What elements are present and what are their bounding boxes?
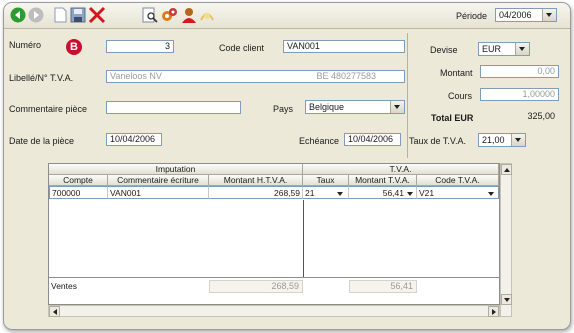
commentaire-input[interactable] (106, 101, 241, 114)
horizontal-scrollbar[interactable] (48, 305, 500, 317)
date-input[interactable]: 10/04/2006 (106, 133, 162, 146)
col-montant-tva[interactable]: Montant T.V.A. (349, 175, 417, 186)
periode-value: 04/2006 (499, 10, 532, 20)
scroll-up-icon[interactable] (501, 164, 512, 175)
col-montant-htva[interactable]: Montant H.T.V.A. (209, 175, 303, 186)
code-client-label: Code client (219, 43, 265, 53)
cours-label: Cours (448, 91, 473, 101)
scroll-down-icon[interactable] (501, 294, 512, 305)
libelle-input[interactable]: Vaneloos NV BE 480277583 (106, 70, 405, 83)
date-label: Date de la pièce (9, 136, 75, 146)
forward-icon[interactable] (28, 7, 44, 25)
devise-select[interactable]: EUR (478, 42, 530, 56)
libelle-label: Libellé/N° T.V.A. (9, 73, 74, 83)
cell-montant-htva[interactable]: 268,59 (209, 186, 303, 199)
numero-label: Numéro (9, 40, 42, 50)
commentaire-label: Commentaire pièce (9, 104, 88, 114)
tools-icon[interactable] (160, 6, 178, 26)
cell-code-tva[interactable]: V21 (417, 186, 499, 199)
echeance-label: Echéance (299, 136, 340, 146)
col-taux[interactable]: Taux (303, 175, 349, 186)
footer-label: Ventes (51, 281, 77, 291)
imputation-grid: Imputation T.V.A. Compte Commentaire écr… (48, 163, 500, 305)
cours-input[interactable]: 1,00000 (480, 88, 559, 101)
tva-number: BE 480277583 (316, 71, 376, 81)
chevron-down-icon[interactable] (390, 101, 404, 113)
chevron-down-icon[interactable] (515, 43, 529, 55)
save-icon[interactable] (70, 7, 86, 25)
montant-label: Montant (440, 68, 473, 78)
col-commentaire[interactable]: Commentaire écriture (108, 175, 209, 186)
code-client-input[interactable]: VAN001 (283, 40, 405, 53)
taux-label: Taux de T.V.A. (409, 136, 467, 146)
main-window: Période 04/2006 Numéro B 3 Code client V… (3, 2, 571, 330)
devise-label: Devise (430, 45, 458, 55)
cell-montant-tva[interactable]: 56,41 (349, 186, 417, 199)
toolbar: Période 04/2006 (4, 3, 570, 29)
footer-divider (49, 277, 499, 278)
cell-commentaire[interactable]: VAN001 (108, 186, 209, 199)
numero-input[interactable]: 3 (106, 40, 174, 53)
user-icon[interactable] (180, 6, 198, 26)
chevron-down-icon[interactable] (511, 134, 525, 146)
footer-total-tva: 56,41 (349, 280, 417, 293)
col-compte[interactable]: Compte (49, 175, 108, 186)
help-icon[interactable] (199, 7, 215, 25)
taux-select[interactable]: 21,00 (478, 133, 526, 147)
periode-label: Période (456, 11, 488, 21)
total-value: 325,00 (480, 110, 559, 123)
total-label: Total EUR (431, 113, 474, 123)
pays-select[interactable]: Belgique (305, 100, 405, 114)
chevron-down-icon[interactable] (407, 192, 413, 196)
cell-compte[interactable]: 700000 (49, 186, 108, 199)
montant-input[interactable]: 0,00 (480, 65, 559, 78)
preview-icon[interactable] (142, 7, 158, 25)
chevron-down-icon[interactable] (337, 192, 343, 196)
group-imputation: Imputation (49, 164, 303, 175)
group-separator (303, 200, 304, 277)
cell-taux[interactable]: 21 (303, 186, 349, 199)
delete-icon[interactable] (88, 6, 106, 26)
footer-total-htva: 268,59 (209, 280, 303, 293)
echeance-input[interactable]: 10/04/2006 (344, 133, 401, 146)
devise-value: EUR (482, 44, 502, 54)
vertical-scrollbar[interactable] (500, 163, 512, 317)
pays-label: Pays (273, 104, 294, 114)
back-icon[interactable] (10, 7, 26, 25)
cell-taux-value: 21 (305, 188, 315, 198)
scroll-left-icon[interactable] (49, 306, 60, 317)
step-badge: B (66, 39, 82, 55)
libelle-value: Vaneloos NV (110, 71, 162, 81)
cell-code-tva-value: V21 (419, 188, 435, 198)
periode-select[interactable]: 04/2006 (495, 8, 557, 22)
taux-value: 21,00 (482, 135, 505, 145)
scroll-right-icon[interactable] (488, 306, 499, 317)
new-document-icon[interactable] (54, 7, 67, 25)
cell-montant-tva-value: 56,41 (382, 188, 404, 198)
pays-value: Belgique (309, 102, 345, 112)
chevron-down-icon[interactable] (542, 9, 556, 21)
form-divider (407, 33, 408, 158)
chevron-down-icon[interactable] (488, 192, 494, 196)
col-code-tva[interactable]: Code T.V.A. (417, 175, 499, 186)
group-tva: T.V.A. (303, 164, 499, 175)
